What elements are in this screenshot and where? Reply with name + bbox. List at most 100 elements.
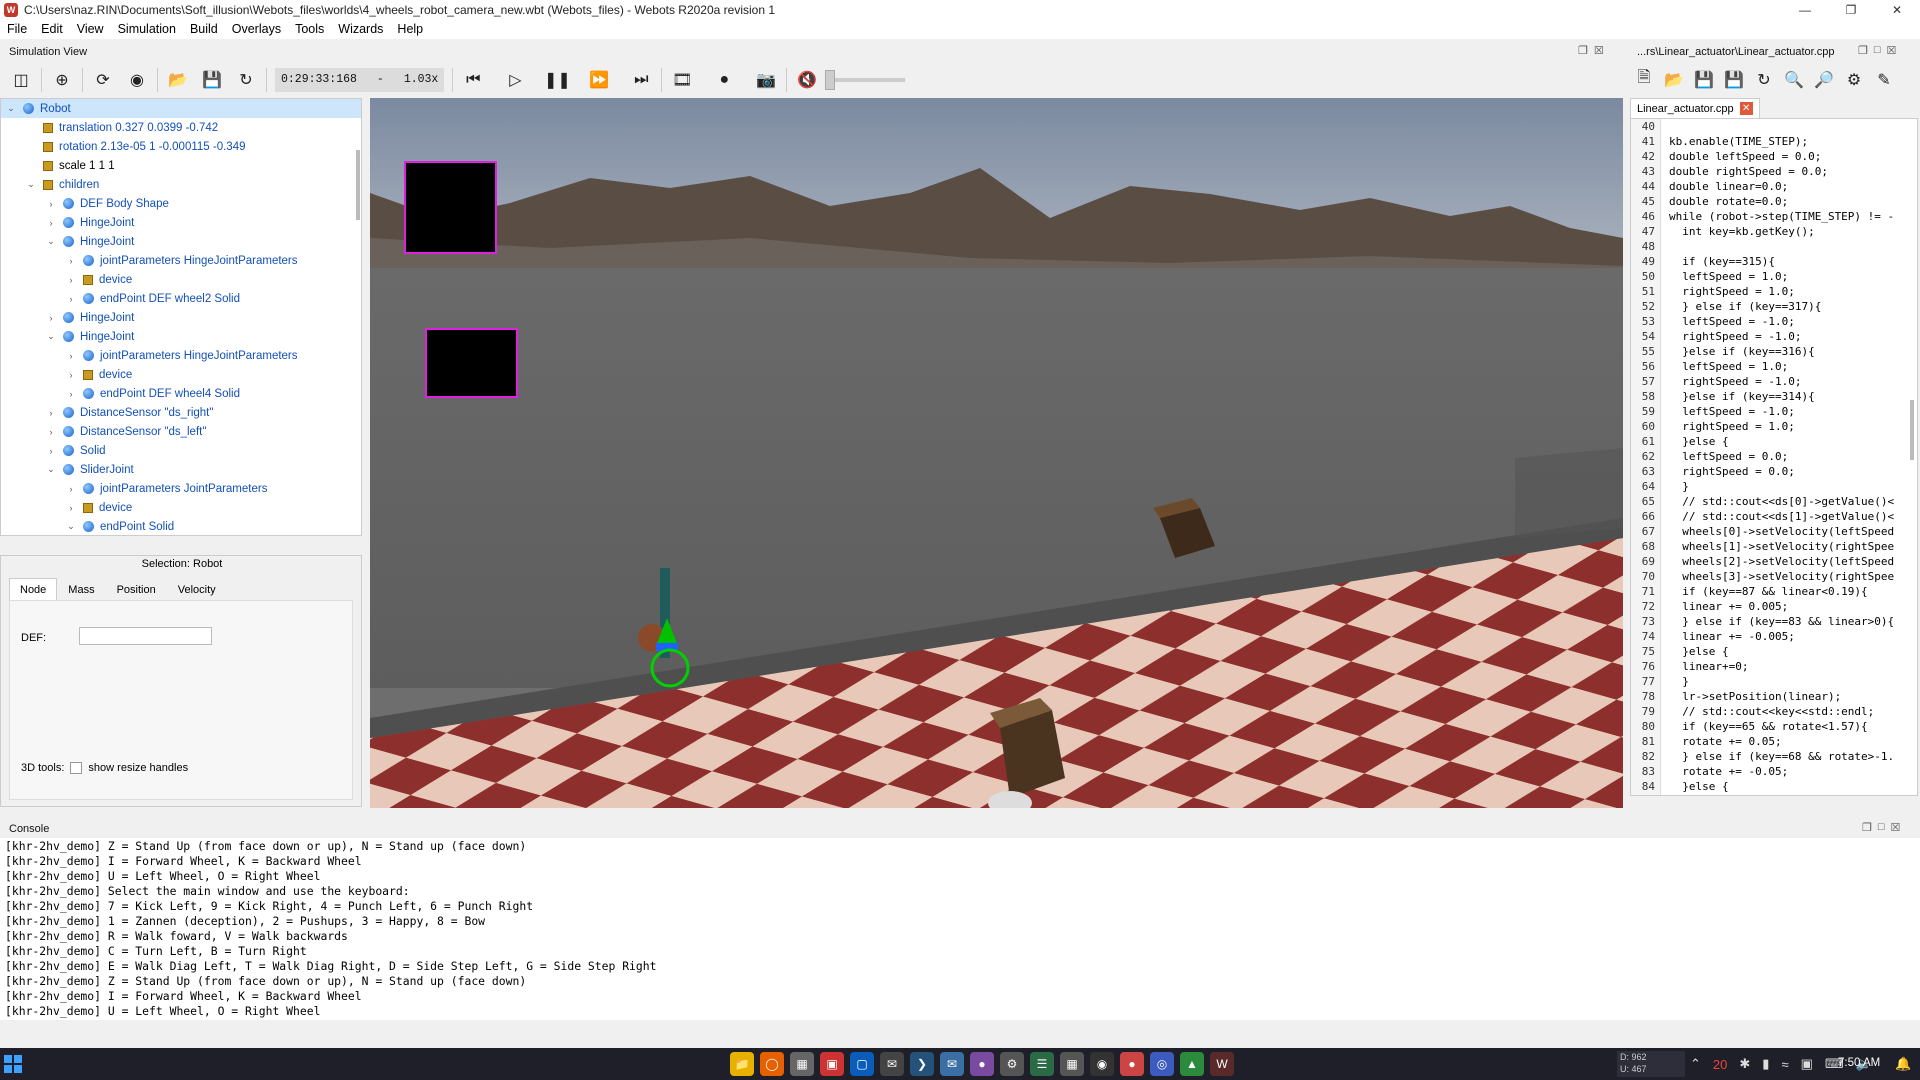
open-world-icon[interactable]: 📂 (166, 68, 190, 92)
menu-file[interactable]: File (0, 22, 34, 36)
toggle-scene-tree-icon[interactable]: ◫ (9, 68, 33, 92)
chevron-right-icon[interactable]: › (65, 370, 77, 380)
tree-node[interactable]: › device (1, 365, 361, 384)
file-explorer-icon[interactable]: 📁 (730, 1052, 754, 1076)
chevron-right-icon[interactable]: › (45, 199, 57, 209)
app-icon[interactable]: ✉ (940, 1052, 964, 1076)
settings-gear-icon[interactable]: ⚙ (1000, 1052, 1024, 1076)
mail-icon[interactable]: ✉ (880, 1052, 904, 1076)
menu-view[interactable]: View (70, 22, 111, 36)
screenshot-icon[interactable]: 📷 (754, 68, 778, 92)
tree-node[interactable]: ⌄ SliderJoint (1, 460, 361, 479)
3d-view[interactable] (370, 98, 1623, 808)
editor-scrollbar[interactable] (1910, 400, 1914, 460)
tree-node[interactable]: › jointParameters HingeJointParameters (1, 346, 361, 365)
pause-icon[interactable]: ❚❚ (544, 68, 571, 92)
tree-node[interactable]: › endPoint DEF wheel4 Solid (1, 384, 361, 403)
chevron-right-icon[interactable]: › (45, 427, 57, 437)
replace-icon[interactable]: 🔎 (1812, 68, 1836, 92)
chevron-down-icon[interactable]: ⌄ (45, 464, 57, 475)
chevron-down-icon[interactable]: ⌄ (5, 103, 17, 114)
console-output[interactable]: [khr-2hv_demo] Z = Stand Up (from face d… (0, 838, 1920, 1020)
chevron-right-icon[interactable]: › (65, 351, 77, 361)
chevron-down-icon[interactable]: ⌄ (45, 331, 57, 342)
mute-icon[interactable]: 🔇 (795, 68, 819, 92)
view-eye-icon[interactable]: ◉ (125, 68, 149, 92)
save-file-icon[interactable]: 💾 (1692, 68, 1716, 92)
tree-node[interactable]: › Solid (1, 441, 361, 460)
tree-node[interactable]: › jointParameters HingeJointParameters (1, 251, 361, 270)
save-world-icon[interactable]: 💾 (200, 68, 224, 92)
tab-mass[interactable]: Mass (57, 578, 105, 602)
chrome-icon[interactable]: ◎ (1150, 1052, 1174, 1076)
tree-node[interactable]: translation 0.327 0.0399 -0.742 (1, 118, 361, 137)
camera-overlay-2[interactable] (425, 328, 518, 398)
clean-broom-icon[interactable]: ✎ (1872, 68, 1896, 92)
tab-velocity[interactable]: Velocity (167, 578, 227, 602)
maximize-button[interactable]: ❐ (1828, 0, 1874, 19)
chevron-right-icon[interactable]: › (65, 275, 77, 285)
wifi-icon[interactable]: ≈ (1781, 1057, 1788, 1072)
reload-world-icon[interactable]: ↻ (234, 68, 258, 92)
tree-node[interactable]: ⌄ HingeJoint (1, 327, 361, 346)
tree-node[interactable]: ⌄ Robot (1, 99, 361, 118)
editor-tab-linear-actuator[interactable]: Linear_actuator.cpp ✕ (1630, 98, 1760, 118)
reset-simulation-icon[interactable]: ⏮ (461, 68, 485, 92)
def-input[interactable] (79, 627, 212, 645)
tree-node[interactable]: › HingeJoint (1, 213, 361, 232)
record-movie-icon[interactable]: 🎞 (670, 68, 694, 92)
open-file-icon[interactable]: 📂 (1662, 68, 1686, 92)
tray-badge[interactable]: 20 (1713, 1057, 1727, 1072)
tab-node[interactable]: Node (9, 578, 58, 602)
battery-icon[interactable]: ▮ (1762, 1056, 1769, 1072)
menu-build[interactable]: Build (183, 22, 225, 36)
chevron-right-icon[interactable]: › (65, 389, 77, 399)
tree-node[interactable]: rotation 2.13e-05 1 -0.000115 -0.349 (1, 137, 361, 156)
tree-node[interactable]: › DistanceSensor "ds_right" (1, 403, 361, 422)
scene-tree[interactable]: ⌄ Robot translation 0.327 0.0399 -0.742 rot… (0, 98, 362, 536)
app-icon[interactable]: ▦ (790, 1052, 814, 1076)
close-icon[interactable]: ☒ (1891, 821, 1901, 834)
chevron-down-icon[interactable]: ⌄ (65, 521, 77, 532)
minimize-button[interactable]: — (1782, 0, 1828, 19)
float-icon[interactable]: ❐ (1858, 44, 1868, 57)
close-tab-icon[interactable]: ✕ (1739, 102, 1753, 115)
float-icon[interactable]: ❐ (1578, 44, 1588, 57)
record-animation-icon[interactable]: ● (712, 68, 736, 92)
firefox-icon[interactable]: ◯ (760, 1052, 784, 1076)
chevron-right-icon[interactable]: › (65, 294, 77, 304)
fast-icon[interactable]: ⏭ (629, 68, 653, 92)
chevron-right-icon[interactable]: › (45, 218, 57, 228)
step-icon[interactable]: ▷ (503, 68, 527, 92)
tree-node[interactable]: scale 1 1 1 (1, 156, 361, 175)
app-icon[interactable]: ▣ (820, 1052, 844, 1076)
volume-slider[interactable] (825, 69, 906, 90)
menu-overlays[interactable]: Overlays (225, 22, 288, 36)
maximize-icon[interactable]: □ (1878, 821, 1885, 834)
notification-bell-icon[interactable]: 🔔 (1895, 1056, 1911, 1072)
menu-edit[interactable]: Edit (34, 22, 70, 36)
app-icon[interactable]: ● (970, 1052, 994, 1076)
maximize-icon[interactable]: □ (1874, 44, 1881, 57)
bluetooth-icon[interactable]: ✱ (1739, 1056, 1750, 1072)
camera-overlay-1[interactable] (404, 161, 497, 254)
run-icon[interactable]: ⏩ (587, 68, 611, 92)
chevron-down-icon[interactable]: ⌄ (25, 179, 37, 190)
app-icon[interactable]: ▢ (850, 1052, 874, 1076)
revert-file-icon[interactable]: ↻ (1752, 68, 1776, 92)
close-button[interactable]: ✕ (1874, 0, 1920, 19)
tree-node[interactable]: ⌄ HingeJoint (1, 232, 361, 251)
float-icon[interactable]: ❐ (1862, 821, 1872, 834)
calculator-icon[interactable]: ▦ (1060, 1052, 1084, 1076)
reset-viewpoint-icon[interactable]: ⟳ (91, 68, 115, 92)
webots-taskbar-icon[interactable]: W (1210, 1052, 1234, 1076)
display-icon[interactable]: ▣ (1801, 1056, 1813, 1072)
menu-help[interactable]: Help (390, 22, 430, 36)
tab-position[interactable]: Position (106, 578, 167, 602)
menu-tools[interactable]: Tools (288, 22, 331, 36)
menu-wizards[interactable]: Wizards (331, 22, 390, 36)
tree-node[interactable]: › DEF Body Shape (1, 194, 361, 213)
chevron-right-icon[interactable]: › (65, 503, 77, 513)
app-icon[interactable]: ◉ (1090, 1052, 1114, 1076)
build-gear-icon[interactable]: ⚙ (1842, 68, 1866, 92)
